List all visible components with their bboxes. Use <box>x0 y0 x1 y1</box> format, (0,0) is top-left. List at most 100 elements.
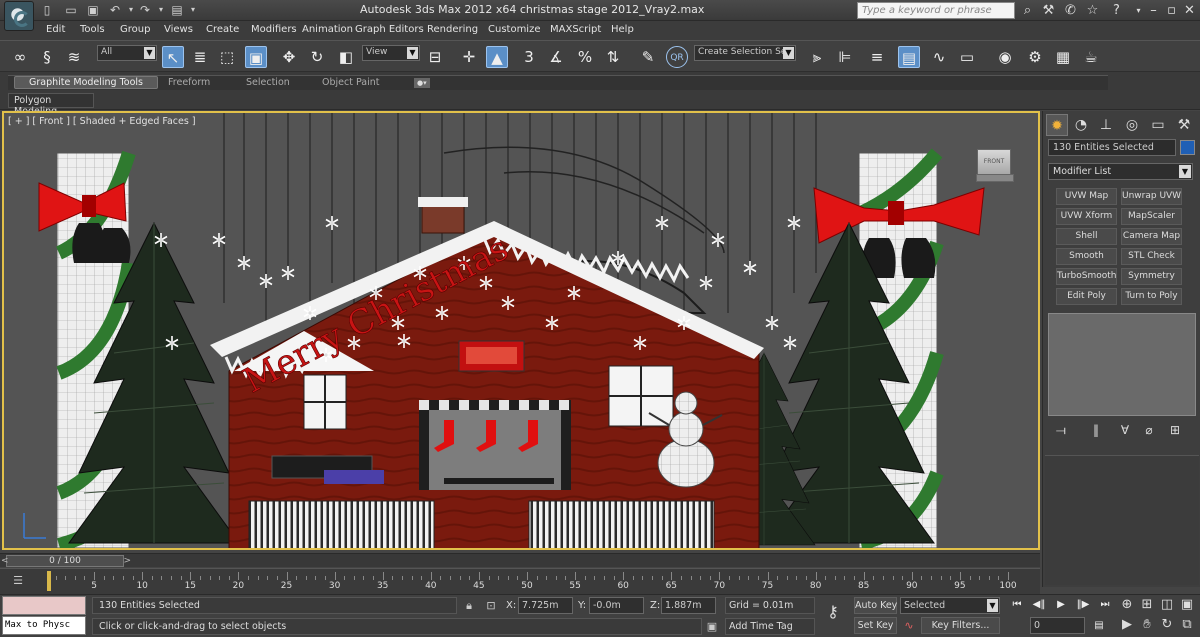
next-frame-icon[interactable]: ‖▶ <box>1074 597 1092 613</box>
show-end-result-icon[interactable]: ‖ <box>1088 422 1104 438</box>
previous-frame-icon[interactable]: ◀‖ <box>1030 597 1048 613</box>
search-input[interactable]: Type a keyword or phrase <box>857 2 1015 19</box>
material-editor-icon[interactable]: ◉ <box>994 46 1016 68</box>
key-mode-dropdown[interactable]: Selected <box>900 597 1000 614</box>
camera-map-button[interactable]: Camera Map <box>1121 228 1182 245</box>
display-tab-icon[interactable]: ▭ <box>1147 114 1169 136</box>
project-folder-icon[interactable]: ▤ <box>170 3 184 17</box>
zoom-extents-icon[interactable]: ◫ <box>1158 596 1176 614</box>
remove-modifier-icon[interactable]: ⌀ <box>1141 422 1157 438</box>
time-slider-thumb[interactable]: 0 / 100 <box>1 555 131 567</box>
y-coord-field[interactable]: -0.0m <box>589 597 644 614</box>
create-tab-icon[interactable]: ✹ <box>1046 114 1068 136</box>
rendered-frame-window-icon[interactable]: ▦ <box>1052 46 1074 68</box>
redo-dropdown-icon[interactable]: ▾ <box>154 3 168 17</box>
ribbon-options-icon[interactable]: ●▾ <box>414 78 430 88</box>
modifier-list-dropdown[interactable]: Modifier List <box>1048 163 1193 180</box>
time-tag-icon[interactable]: ▣ <box>705 620 719 634</box>
menu-edit[interactable]: Edit <box>46 24 65 35</box>
save-icon[interactable]: ▣ <box>86 3 100 17</box>
go-to-end-icon[interactable]: ⏭ <box>1096 597 1114 613</box>
set-keys-key-icon[interactable]: ⚷ <box>820 602 846 621</box>
configure-modifier-sets-icon[interactable]: ⊞ <box>1167 422 1183 438</box>
zoom-all-icon[interactable]: ⊞ <box>1138 596 1156 614</box>
select-by-name-icon[interactable]: ≣ <box>189 46 211 68</box>
layer-manager-icon[interactable]: ≡ <box>866 46 888 68</box>
menu-animation[interactable]: Animation <box>302 24 353 35</box>
uvw-map-button[interactable]: UVW Map <box>1056 188 1117 205</box>
percent-snap-icon[interactable]: % <box>574 46 596 68</box>
tab-object-paint[interactable]: Object Paint <box>322 77 379 88</box>
graphite-toggle-icon[interactable]: ▤ <box>898 46 920 68</box>
current-frame-field[interactable]: 0 <box>1030 617 1085 634</box>
absolute-offset-mode-icon[interactable]: ⊡ <box>484 599 498 613</box>
mapscaler-button[interactable]: MapScaler <box>1121 208 1182 225</box>
time-slider[interactable]: 0 / 100 <box>0 553 1040 567</box>
menu-help[interactable]: Help <box>611 24 634 35</box>
utilities-tab-icon[interactable]: ⚒ <box>1173 114 1195 136</box>
tab-selection[interactable]: Selection <box>246 77 290 88</box>
edit-named-selection-icon[interactable]: ✎ <box>637 46 659 68</box>
turn-to-poly-button[interactable]: Turn to Poly <box>1121 288 1182 305</box>
go-to-start-icon[interactable]: ⏮ <box>1008 597 1026 613</box>
select-and-move-icon[interactable]: ✥ <box>278 46 300 68</box>
pivot-center-icon[interactable]: ⊟ <box>424 46 446 68</box>
menu-customize[interactable]: Customize <box>488 24 541 35</box>
make-unique-icon[interactable]: ∀ <box>1117 422 1133 438</box>
edit-poly-button[interactable]: Edit Poly <box>1056 288 1117 305</box>
viewcube[interactable]: FRONT <box>976 149 1014 182</box>
symmetry-button[interactable]: Symmetry <box>1121 268 1182 285</box>
menu-modifiers[interactable]: Modifiers <box>251 24 297 35</box>
select-and-manipulate-icon[interactable]: ✛ <box>458 46 480 68</box>
pin-stack-icon[interactable]: ⟞ <box>1053 422 1069 438</box>
undo-icon[interactable]: ↶ <box>108 3 122 17</box>
rectangular-selection-icon[interactable]: ⬚ <box>216 46 238 68</box>
menu-maxscript[interactable]: MAXScript <box>550 24 601 35</box>
tab-graphite-modeling-tools[interactable]: Graphite Modeling Tools <box>14 76 159 89</box>
key-filters-button[interactable]: Key Filters... <box>921 617 1000 634</box>
key-tangent-icon[interactable]: ∿ <box>902 619 916 633</box>
select-object-icon[interactable]: ↖ <box>162 46 184 68</box>
mirror-icon[interactable]: ⫸ <box>806 46 828 68</box>
open-file-icon[interactable]: ▭ <box>64 3 78 17</box>
menu-create[interactable]: Create <box>206 24 239 35</box>
spinner-snap-icon[interactable]: ⇅ <box>602 46 624 68</box>
orbit-icon[interactable]: ↻ <box>1158 616 1176 634</box>
selection-name-field[interactable]: 130 Entities Selected <box>1048 139 1176 156</box>
x-coord-field[interactable]: 7.725m <box>518 597 573 614</box>
pan-view-icon[interactable]: ✋︎ <box>1138 616 1156 634</box>
select-and-scale-icon[interactable]: ◧ <box>335 46 357 68</box>
shell-button[interactable]: Shell <box>1056 228 1117 245</box>
stl-check-button[interactable]: STL Check <box>1121 248 1182 265</box>
menu-rendering[interactable]: Rendering <box>427 24 478 35</box>
maxscript-listener-input[interactable]: Max to Physc <box>2 616 86 635</box>
schematic-view-icon[interactable]: ▭ <box>956 46 978 68</box>
add-time-tag-button[interactable]: Add Time Tag <box>725 618 815 635</box>
smooth-button[interactable]: Smooth <box>1056 248 1117 265</box>
viewport-label[interactable]: [ + ] [ Front ] [ Shaded + Edged Faces ] <box>8 116 196 127</box>
subscription-center-icon[interactable]: ⚒ <box>1040 2 1057 19</box>
unwrap-uvw-button[interactable]: Unwrap UVW <box>1121 188 1182 205</box>
menu-graph-editors[interactable]: Graph Editors <box>355 24 424 35</box>
zoom-icon[interactable]: ⊕ <box>1118 596 1136 614</box>
reference-coordinate-dropdown[interactable]: View <box>362 45 420 61</box>
modifier-stack[interactable] <box>1048 313 1196 416</box>
tab-freeform[interactable]: Freeform <box>168 77 210 88</box>
undo-dropdown-icon[interactable]: ▾ <box>124 3 138 17</box>
bind-to-space-warp-icon[interactable]: ≋ <box>63 46 85 68</box>
frame-ruler[interactable]: 5 10 15 20 25 30 35 40 45 50 55 60 65 70 75 80 85 90 95 100 <box>46 569 1017 594</box>
menu-tools[interactable]: Tools <box>80 24 105 35</box>
render-production-icon[interactable]: ☕ <box>1080 46 1102 68</box>
align-icon[interactable]: ⊫ <box>834 46 856 68</box>
menu-views[interactable]: Views <box>164 24 193 35</box>
front-viewport[interactable]: [ + ] [ Front ] [ Shaded + Edged Faces ]… <box>2 111 1040 550</box>
current-frame-marker[interactable] <box>47 571 51 591</box>
curve-editor-icon[interactable]: ∿ <box>928 46 950 68</box>
motion-tab-icon[interactable]: ◎ <box>1121 114 1143 136</box>
track-bar[interactable]: ☰ 5 10 15 20 25 30 35 40 45 50 55 60 65 70 75 80 85 90 95 1… <box>0 568 1040 594</box>
play-icon[interactable]: ▶ <box>1052 597 1070 613</box>
select-and-link-icon[interactable]: ∞ <box>9 46 31 68</box>
hierarchy-tab-icon[interactable]: ⊥ <box>1095 114 1117 136</box>
select-and-rotate-icon[interactable]: ↻ <box>306 46 328 68</box>
polygon-modeling-panel[interactable]: Polygon Modeling <box>8 93 94 117</box>
